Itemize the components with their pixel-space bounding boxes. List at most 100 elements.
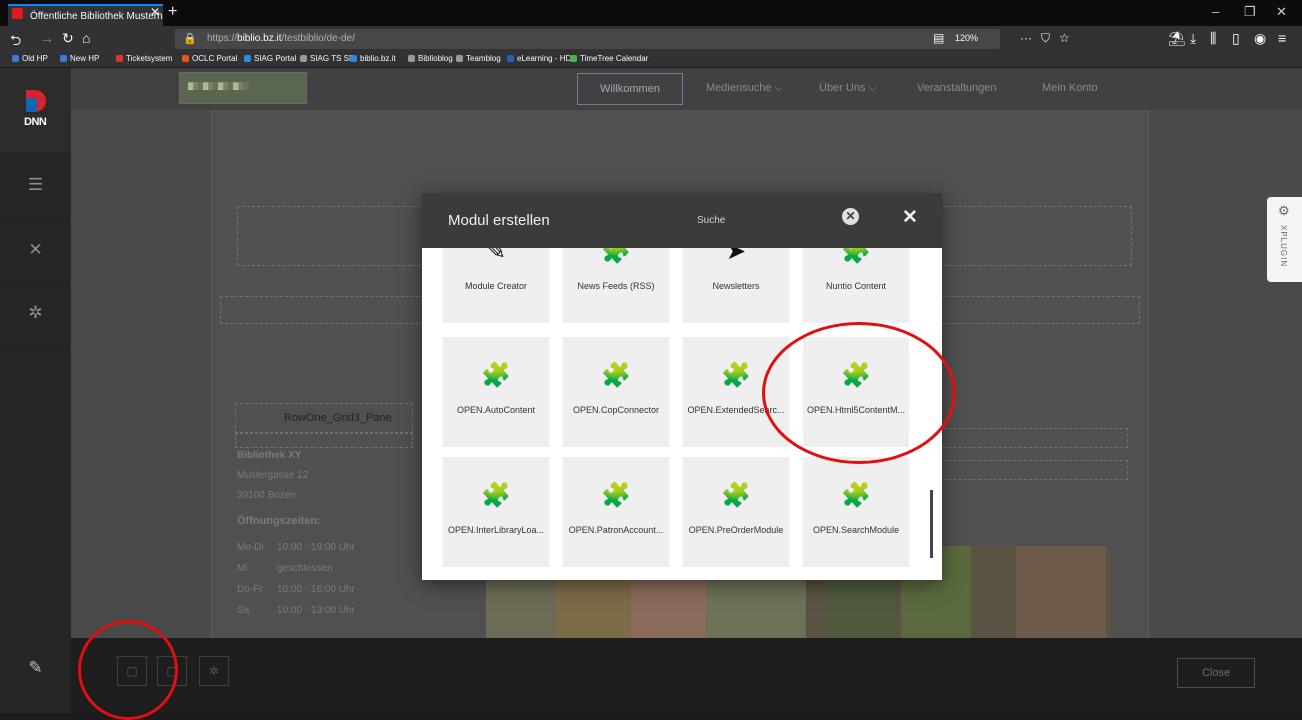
minimize-icon[interactable]: – — [1212, 4, 1219, 19]
banner-graphic: ▓▒░▓▒░▓▒░▓▒░ — [188, 83, 249, 90]
url-text: https://biblio.bz.it/testbiblio/de-de/ — [207, 33, 355, 44]
puzzle-icon: 🧩 — [841, 482, 871, 509]
sidebar-icon[interactable]: ▯ — [1232, 30, 1240, 47]
tools-icon[interactable]: ✕ — [0, 240, 71, 260]
page-actions-icon[interactable]: ··· — [1020, 31, 1032, 45]
bookmark-icon — [12, 55, 19, 62]
module-tile[interactable]: 🧩 OPEN.InterLibraryLoa... — [443, 457, 549, 567]
annotation-circle — [78, 620, 178, 720]
browser-tab-bar: Öffentliche Bibliothek Musterh ✕ + – ❐ ✕ — [0, 0, 1302, 26]
bookmark-icon — [182, 55, 189, 62]
bookmark-item[interactable]: New HP — [60, 54, 99, 63]
restore-icon[interactable]: ❐ — [1244, 4, 1256, 20]
module-tile[interactable]: 🧩 OPEN.PatronAccount... — [563, 457, 669, 567]
hours-row: Sa 10:00 - 13:00 Uhr — [237, 605, 355, 616]
close-edit-button[interactable]: Close — [1177, 658, 1255, 688]
module-tile[interactable]: 🧩 OPEN.CopConnector — [563, 337, 669, 447]
home-icon[interactable]: ⌂ — [82, 30, 90, 46]
grid-pane: RowOne_Grid3_Pane — [235, 403, 413, 433]
extension-icon[interactable]: ⛱ — [1168, 30, 1186, 47]
divider — [0, 218, 71, 219]
bookmark-label: eLearning - HDS — [517, 54, 577, 63]
puzzle-icon: 🧩 — [841, 248, 871, 265]
module-tile[interactable]: ✎ Module Creator — [443, 248, 549, 323]
bookmark-item[interactable]: biblio.bz.it — [350, 54, 396, 63]
bookmark-item[interactable]: Biblioblog — [408, 54, 453, 63]
back-icon[interactable]: ⮌ — [10, 30, 21, 54]
browser-tab[interactable]: Öffentliche Bibliothek Musterh — [8, 4, 163, 26]
hours-row: Mi geschlossen — [237, 563, 333, 574]
bookmark-icon — [408, 55, 415, 62]
module-label: OPEN.InterLibraryLoa... — [447, 525, 545, 535]
module-label: News Feeds (RSS) — [577, 281, 655, 291]
pocket-icon[interactable]: ⛉ — [1041, 31, 1050, 46]
module-tile[interactable]: 🧩 OPEN.PreOrderModule — [683, 457, 789, 567]
module-tile[interactable]: 🧩 OPEN.AutoContent — [443, 337, 549, 447]
menu-item-veranstaltungen[interactable]: Veranstaltungen — [917, 82, 997, 94]
bookmark-icon — [244, 55, 251, 62]
reload-icon[interactable]: ↻ — [62, 30, 74, 47]
site-banner-image: ▓▒░▓▒░▓▒░▓▒░ — [179, 72, 307, 104]
module-tile[interactable]: 🧩 OPEN.SearchModule — [803, 457, 909, 567]
book-cover — [1016, 546, 1106, 638]
close-dialog-icon[interactable]: ✕ — [902, 206, 918, 229]
bookmark-icon — [570, 55, 577, 62]
menu-item-mein-konto[interactable]: Mein Konto — [1042, 82, 1098, 94]
bookmark-label: Ticketsystem — [126, 54, 173, 63]
bookmark-icon — [300, 55, 307, 62]
clear-search-icon[interactable]: ✕ — [842, 208, 859, 225]
bookmark-icon — [456, 55, 463, 62]
window-close-icon[interactable]: ✕ — [1276, 4, 1287, 20]
module-tile[interactable]: ➤ Newsletters — [683, 248, 789, 323]
module-tile[interactable]: 🧩 Nuntio Content — [803, 248, 909, 323]
library-icon[interactable]: ⫼ — [1210, 30, 1216, 47]
module-tile[interactable]: 🧩 News Feeds (RSS) — [563, 248, 669, 323]
menu-icon[interactable]: ≡ — [1278, 30, 1286, 46]
bookmark-item[interactable]: Ticketsystem — [116, 54, 172, 63]
menu-item-mediensuche[interactable]: Mediensuche ⌵ — [706, 82, 783, 95]
bookmark-item[interactable]: OCLC Portal — [182, 54, 237, 63]
content-icon[interactable]: ☰ — [0, 175, 71, 195]
scrollbar-thumb[interactable] — [930, 490, 933, 558]
bookmark-icon — [350, 55, 357, 62]
tab-close-icon[interactable]: ✕ — [150, 5, 160, 19]
module-label: OPEN.CopConnector — [572, 405, 660, 415]
forward-icon[interactable]: → — [40, 30, 54, 46]
bookmark-label: TimeTree Calendar — [580, 54, 649, 63]
grid-pane — [928, 460, 1128, 480]
new-tab-icon[interactable]: + — [168, 3, 177, 21]
menu-item-willkommen[interactable]: Willkommen — [577, 73, 683, 105]
bookmark-item[interactable]: TimeTree Calendar — [570, 54, 648, 63]
edit-icon: ✎ — [485, 248, 507, 265]
xplugin-tab[interactable]: ⚙ XPLUGIN — [1267, 197, 1302, 282]
account-icon[interactable]: ◉ — [1254, 30, 1266, 47]
module-label: OPEN.AutoContent — [456, 405, 536, 415]
module-label: OPEN.SearchModule — [812, 525, 900, 535]
bookmark-item[interactable]: eLearning - HDS — [507, 54, 577, 63]
divider — [0, 283, 71, 284]
bookmark-item[interactable]: Old HP — [12, 54, 48, 63]
lock-icon: 🔒 — [183, 33, 197, 45]
dnn-logo-text: DNN — [24, 116, 47, 128]
puzzle-icon: 🧩 — [601, 362, 631, 389]
menu-item-ueber-uns[interactable]: Über Uns ⌵ — [819, 82, 877, 95]
reader-view-icon[interactable]: ▤ — [933, 31, 944, 45]
zoom-level[interactable]: 120% — [955, 33, 978, 43]
bookmark-item[interactable]: SIAG TS SB — [300, 54, 354, 63]
bookmark-icon — [116, 55, 123, 62]
download-icon[interactable]: ⤓ — [1190, 30, 1196, 47]
bookmark-icon — [60, 55, 67, 62]
bookmark-item[interactable]: Teamblog — [456, 54, 501, 63]
dnn-logo[interactable]: DNN — [0, 68, 71, 153]
settings-icon[interactable]: ✲ — [0, 303, 71, 323]
bookmark-label: Old HP — [22, 54, 48, 63]
bookmark-item[interactable]: SIAG Portal — [244, 54, 296, 63]
bookmark-star-icon[interactable]: ☆ — [1059, 31, 1070, 45]
url-bar[interactable]: 🔒 https://biblio.bz.it/testbiblio/de-de/… — [175, 29, 1070, 49]
search-input[interactable]: Suche — [697, 215, 725, 226]
page-settings-button[interactable]: ✲ — [199, 656, 229, 686]
edit-pencil-icon[interactable]: ✎ — [0, 658, 71, 678]
grid-pane — [928, 428, 1128, 448]
gears-icon: ⚙ — [1278, 203, 1290, 218]
site-header: ▓▒░▓▒░▓▒░▓▒░ Willkommen Mediensuche ⌵ Üb… — [71, 68, 1302, 110]
